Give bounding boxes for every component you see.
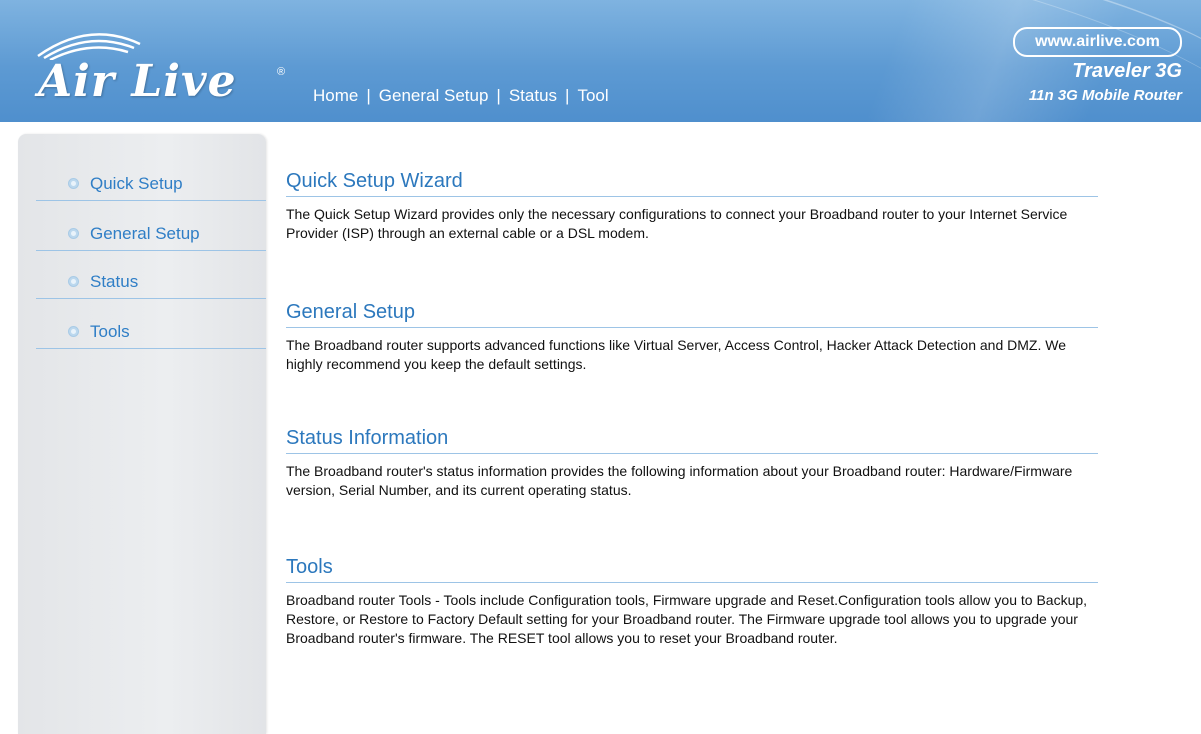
section-general-setup: General Setup The Broadband router suppo… <box>286 301 1098 374</box>
topnav-general-setup[interactable]: General Setup <box>379 86 489 106</box>
section-description: The Broadband router supports advanced f… <box>286 337 1066 372</box>
topnav-separator: | <box>565 86 570 105</box>
product-title: Traveler 3G 11n 3G Mobile Router <box>1029 60 1182 104</box>
sidebar-item-label: Status <box>90 272 139 291</box>
bullet-icon <box>68 326 79 337</box>
sidebar-item-quick-setup[interactable]: Quick Setup <box>36 170 266 201</box>
header-banner: Air Live ® Home | General Setup | Status… <box>0 0 1201 122</box>
section-title: General Setup <box>286 301 1098 328</box>
topnav-tool[interactable]: Tool <box>577 86 608 106</box>
section-description: The Quick Setup Wizard provides only the… <box>286 206 1068 241</box>
airlive-logo[interactable]: Air Live <box>38 56 237 107</box>
sidebar-item-status[interactable]: Status <box>36 268 266 299</box>
website-url-badge[interactable]: www.airlive.com <box>1013 27 1182 57</box>
section-description: The Broadband router's status informatio… <box>286 463 1073 498</box>
product-name: Traveler 3G <box>1072 60 1182 82</box>
topnav-home[interactable]: Home <box>313 86 358 106</box>
bullet-icon <box>68 276 79 287</box>
section-title: Quick Setup Wizard <box>286 170 1098 197</box>
wireless-waves-icon <box>37 33 141 60</box>
registered-mark: ® <box>277 66 286 78</box>
topnav-separator: | <box>366 86 371 105</box>
topnav-status[interactable]: Status <box>509 86 557 106</box>
sidebar-item-general-setup[interactable]: General Setup <box>36 220 266 251</box>
section-title: Tools <box>286 556 1098 583</box>
bullet-icon <box>68 178 79 189</box>
sidebar-item-label: Tools <box>90 322 130 341</box>
section-description: Broadband router Tools - Tools include C… <box>286 592 1088 646</box>
product-subtitle: 11n 3G Mobile Router <box>1028 87 1182 104</box>
topnav-separator: | <box>496 86 501 105</box>
sidebar: Quick Setup General Setup Status Tools <box>18 134 266 734</box>
section-title: Status Information <box>286 427 1098 454</box>
top-navigation: Home | General Setup | Status | Tool <box>313 86 609 106</box>
bullet-icon <box>68 228 79 239</box>
sidebar-item-tools[interactable]: Tools <box>36 318 266 349</box>
sidebar-item-label: Quick Setup <box>90 174 183 193</box>
section-quick-setup-wizard: Quick Setup Wizard The Quick Setup Wizar… <box>286 170 1098 243</box>
sidebar-item-label: General Setup <box>90 224 200 243</box>
section-status-information: Status Information The Broadband router'… <box>286 427 1098 500</box>
section-tools: Tools Broadband router Tools - Tools inc… <box>286 556 1098 648</box>
